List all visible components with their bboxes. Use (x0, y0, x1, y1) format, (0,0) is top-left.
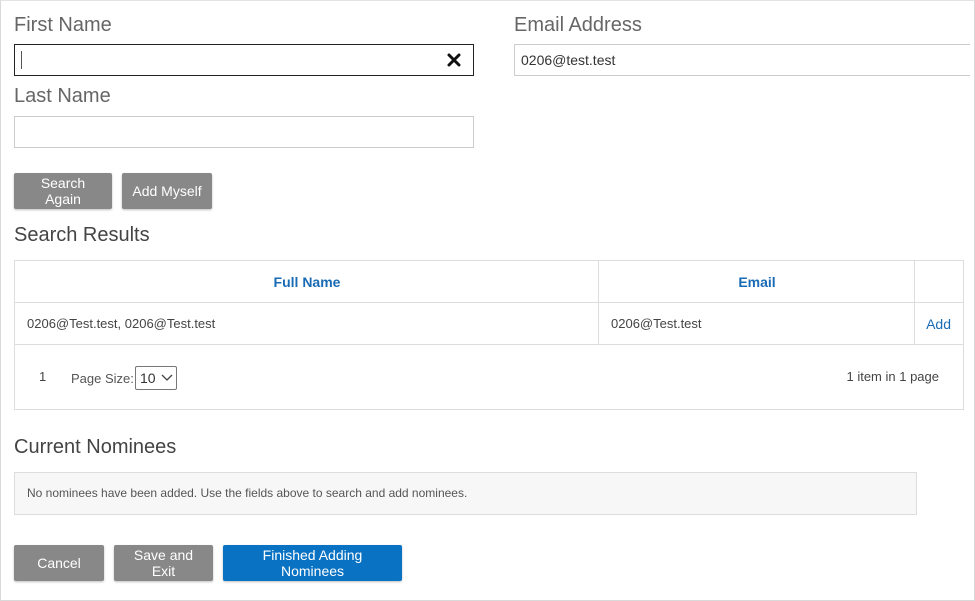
finished-adding-nominees-button[interactable]: Finished Adding Nominees (223, 545, 402, 581)
email-field[interactable] (514, 44, 970, 76)
close-icon[interactable] (445, 51, 463, 69)
last-name-field[interactable] (14, 116, 474, 148)
search-again-button[interactable]: Search Again (14, 173, 112, 209)
row-email: 0206@Test.test (611, 316, 702, 331)
page-size-select[interactable]: 10 (135, 366, 177, 390)
last-name-label: Last Name (14, 85, 111, 107)
page-size-value: 10 (140, 370, 156, 386)
column-header-full-name[interactable]: Full Name (15, 261, 599, 303)
row-full-name: 0206@Test.test, 0206@Test.test (27, 316, 216, 331)
pager-info: 1 item in 1 page (846, 369, 939, 384)
search-results-title: Search Results (14, 224, 150, 246)
pager-page-number[interactable]: 1 (39, 369, 46, 384)
first-name-label: First Name (14, 14, 112, 36)
table-row: 0206@Test.test, 0206@Test.test 0206@Test… (15, 303, 963, 345)
nominees-empty-message: No nominees have been added. Use the fie… (14, 472, 917, 515)
search-results-grid: Full Name Email 0206@Test.test, 0206@Tes… (14, 260, 964, 410)
page-size-label: Page Size: (71, 371, 134, 386)
column-header-action (915, 261, 963, 303)
current-nominees-title: Current Nominees (14, 436, 177, 458)
column-header-email[interactable]: Email (599, 261, 915, 303)
first-name-field[interactable] (14, 44, 474, 76)
email-label: Email Address (514, 14, 642, 36)
text-caret (21, 51, 22, 69)
grid-header: Full Name Email (15, 261, 963, 303)
add-nominee-link[interactable]: Add (926, 303, 951, 345)
add-myself-button[interactable]: Add Myself (122, 173, 212, 209)
chevron-down-icon (161, 374, 173, 381)
cancel-button[interactable]: Cancel (14, 545, 104, 581)
save-and-exit-button[interactable]: Save and Exit (114, 545, 213, 581)
